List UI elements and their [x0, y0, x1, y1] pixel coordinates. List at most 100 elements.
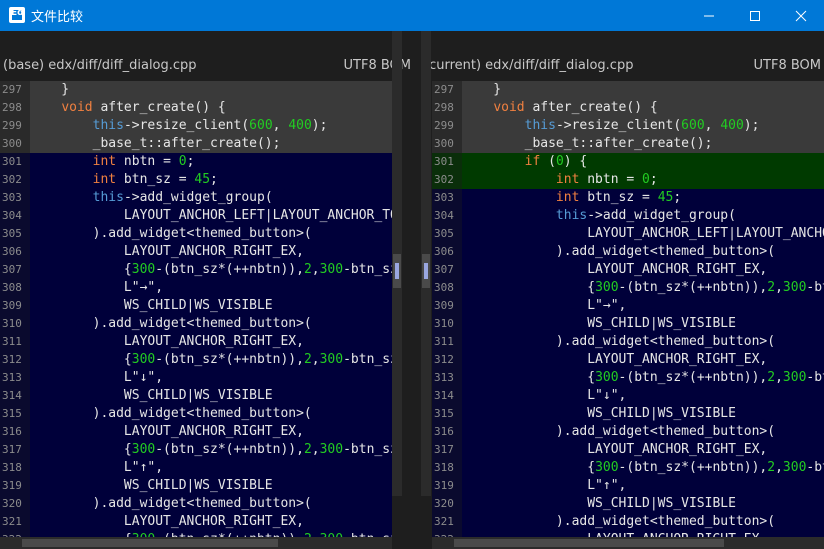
current-code-line[interactable]: 318 {300-(btn_sz*(++nbtn)),2,300-btn_sz	[432, 459, 824, 477]
base-code-line[interactable]: 301 int nbtn = 0;	[0, 153, 392, 171]
current-code-line[interactable]: 307 LAYOUT_ANCHOR_RIGHT_EX,	[432, 261, 824, 279]
current-code-line[interactable]: 321 ).add_widget<themed_button>(	[432, 513, 824, 531]
code-text: WS_CHILD|WS_VISIBLE	[30, 388, 273, 403]
line-number: 313	[432, 369, 462, 387]
line-number: 298	[432, 99, 462, 117]
line-number: 302	[0, 171, 30, 189]
code-text: L"↑",	[30, 460, 164, 475]
line-number: 321	[432, 513, 462, 531]
base-code-line[interactable]: 314 WS_CHILD|WS_VISIBLE	[0, 387, 392, 405]
code-text: int btn_sz = 45;	[92, 172, 218, 187]
current-code-line[interactable]: 304 this->add_widget_group(	[432, 207, 824, 225]
current-code-line[interactable]: 297 }	[432, 81, 824, 99]
base-file-header: (base) edx/diff/diff_dialog.cpp UTF8 BOM	[0, 54, 421, 80]
current-code-line[interactable]: 316 ).add_widget<themed_button>(	[432, 423, 824, 441]
code-text: LAYOUT_ANCHOR_RIGHT_EX,	[30, 514, 304, 529]
code-text: WS_CHILD|WS_VISIBLE	[30, 478, 273, 493]
line-number: 301	[0, 153, 30, 171]
base-code-line[interactable]: 298 void after_create() {	[0, 99, 392, 117]
code-text: ).add_widget<themed_button>(	[30, 406, 312, 421]
base-code-line[interactable]: 315 ).add_widget<themed_button>(	[0, 405, 392, 423]
base-pane: (base) edx/diff/diff_dialog.cpp UTF8 BOM…	[0, 31, 421, 549]
current-code-line[interactable]: 319 L"↑",	[432, 477, 824, 495]
line-number: 310	[432, 315, 462, 333]
base-code-line[interactable]: 300 _base_t::after_create();	[0, 135, 392, 153]
base-code-line[interactable]: 308 L"→",	[0, 279, 392, 297]
base-code-line[interactable]: 312 {300-(btn_sz*(++nbtn)),2,300-btn_sz	[0, 351, 392, 369]
current-horizontal-scrollbar[interactable]	[432, 537, 824, 549]
base-scroll-thumb[interactable]	[393, 254, 401, 288]
base-code-line[interactable]: 317 {300-(btn_sz*(++nbtn)),2,300-btn_sz	[0, 441, 392, 459]
current-code-view[interactable]: 297 } 298 void after_create() {299 this->…	[432, 81, 824, 546]
current-code-line[interactable]: 298 void after_create() {	[432, 99, 824, 117]
base-code-line[interactable]: 304 LAYOUT_ANCHOR_LEFT|LAYOUT_ANCHOR_TOP	[0, 207, 392, 225]
base-code-line[interactable]: 303 this->add_widget_group(	[0, 189, 392, 207]
code-text: LAYOUT_ANCHOR_RIGHT_EX,	[30, 424, 304, 439]
current-code-line[interactable]: 314 L"↓",	[432, 387, 824, 405]
line-number: 301	[432, 153, 462, 171]
line-number: 305	[432, 225, 462, 243]
current-hscroll-thumb[interactable]	[454, 539, 724, 547]
current-code-line[interactable]: 299 this->resize_client(600, 400);	[432, 117, 824, 135]
current-code-line[interactable]: 317 LAYOUT_ANCHOR_RIGHT_EX,	[432, 441, 824, 459]
current-code-line[interactable]: 315 WS_CHILD|WS_VISIBLE	[432, 405, 824, 423]
code-text: _base_t::after_create();	[30, 136, 281, 151]
base-code-line[interactable]: 311 LAYOUT_ANCHOR_RIGHT_EX,	[0, 333, 392, 351]
code-text: void after_create() {	[493, 100, 658, 115]
code-text: L"↓",	[462, 388, 627, 403]
current-code-line[interactable]: 301 if (0) {	[432, 153, 824, 171]
maximize-button[interactable]	[732, 0, 778, 31]
base-code-line[interactable]: 302 int btn_sz = 45;	[0, 171, 392, 189]
base-code-line[interactable]: 313 L"↓",	[0, 369, 392, 387]
base-vertical-scrollbar[interactable]	[392, 31, 402, 496]
current-code-line[interactable]: 306 ).add_widget<themed_button>(	[432, 243, 824, 261]
code-text: ).add_widget<themed_button>(	[30, 496, 312, 511]
close-button[interactable]	[778, 0, 824, 31]
base-code-line[interactable]: 306 LAYOUT_ANCHOR_RIGHT_EX,	[0, 243, 392, 261]
base-code-view[interactable]: 297 } 298 void after_create() {299 this->…	[0, 81, 392, 546]
current-code-line[interactable]: 302 int nbtn = 0;	[432, 171, 824, 189]
code-text: L"→",	[30, 280, 164, 295]
app-icon	[9, 7, 25, 23]
current-scroll-thumb[interactable]	[422, 254, 430, 288]
line-number: 312	[0, 351, 30, 369]
code-text: this->resize_client(600, 400);	[524, 118, 760, 133]
code-text: ).add_widget<themed_button>(	[462, 244, 776, 259]
current-code-line[interactable]: 310 WS_CHILD|WS_VISIBLE	[432, 315, 824, 333]
base-code-line[interactable]: 299 this->resize_client(600, 400);	[0, 117, 392, 135]
base-horizontal-scrollbar[interactable]	[0, 537, 392, 549]
base-hscroll-thumb[interactable]	[22, 539, 278, 547]
line-number: 320	[432, 495, 462, 513]
current-code-line[interactable]: 320 WS_CHILD|WS_VISIBLE	[432, 495, 824, 513]
code-text: int nbtn = 0;	[92, 154, 195, 169]
current-vertical-scrollbar[interactable]	[421, 31, 431, 496]
current-code-line[interactable]: 312 LAYOUT_ANCHOR_RIGHT_EX,	[432, 351, 824, 369]
base-code-line[interactable]: 305 ).add_widget<themed_button>(	[0, 225, 392, 243]
line-number: 299	[0, 117, 30, 135]
current-code-line[interactable]: 308 {300-(btn_sz*(++nbtn)),2,300-btn_sz	[432, 279, 824, 297]
line-number: 297	[432, 81, 462, 99]
current-code-line[interactable]: 300 _base_t::after_create();	[432, 135, 824, 153]
maximize-icon	[750, 11, 760, 21]
base-code-line[interactable]: 316 LAYOUT_ANCHOR_RIGHT_EX,	[0, 423, 392, 441]
current-code-line[interactable]: 303 int btn_sz = 45;	[432, 189, 824, 207]
minimize-button[interactable]	[686, 0, 732, 31]
base-code-line[interactable]: 321 LAYOUT_ANCHOR_RIGHT_EX,	[0, 513, 392, 531]
current-code-line[interactable]: 309 L"→",	[432, 297, 824, 315]
current-code-line[interactable]: 305 LAYOUT_ANCHOR_LEFT|LAYOUT_ANCHOR_TOP	[432, 225, 824, 243]
base-code-line[interactable]: 318 L"↑",	[0, 459, 392, 477]
base-code-line[interactable]: 319 WS_CHILD|WS_VISIBLE	[0, 477, 392, 495]
base-code-line[interactable]: 307 {300-(btn_sz*(++nbtn)),2,300-btn_sz	[0, 261, 392, 279]
current-code-line[interactable]: 311 ).add_widget<themed_button>(	[432, 333, 824, 351]
base-code-line[interactable]: 320 ).add_widget<themed_button>(	[0, 495, 392, 513]
code-text: ).add_widget<themed_button>(	[462, 334, 776, 349]
title-bar[interactable]: 文件比较	[0, 0, 824, 31]
line-number: 299	[432, 117, 462, 135]
base-code-line[interactable]: 309 WS_CHILD|WS_VISIBLE	[0, 297, 392, 315]
code-text: L"↓",	[30, 370, 164, 385]
base-code-line[interactable]: 297 }	[0, 81, 392, 99]
line-number: 303	[432, 189, 462, 207]
base-code-line[interactable]: 310 ).add_widget<themed_button>(	[0, 315, 392, 333]
code-text: void after_create() {	[61, 100, 226, 115]
current-code-line[interactable]: 313 {300-(btn_sz*(++nbtn)),2,300-btn_sz	[432, 369, 824, 387]
